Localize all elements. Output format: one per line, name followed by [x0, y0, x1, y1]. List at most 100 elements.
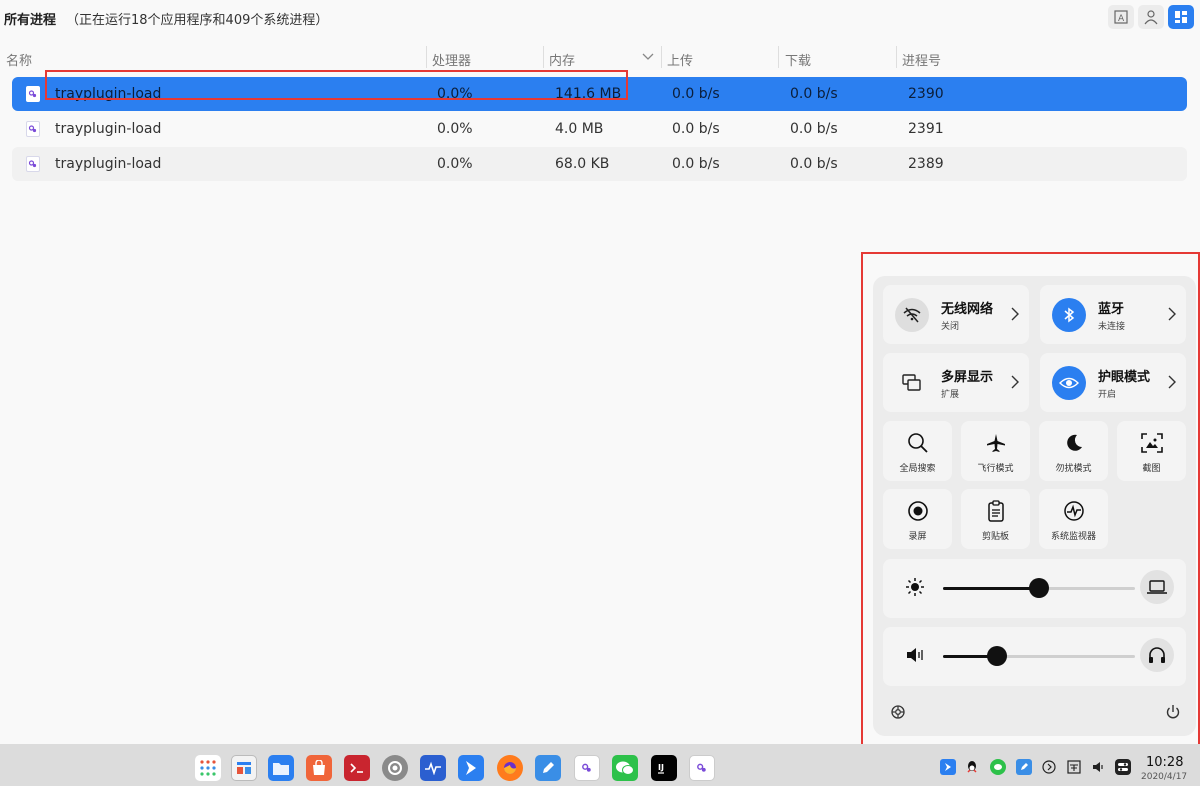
table-row[interactable]: trayplugin-load 0.0% 68.0 KB 0.0 b/s 0.0… [12, 147, 1187, 181]
wifi-tile[interactable]: 无线网络 关闭 [883, 285, 1029, 344]
column-divider[interactable] [778, 46, 779, 68]
process-pid: 2389 [908, 156, 944, 172]
column-pid[interactable]: 进程号 [902, 50, 941, 69]
process-name: trayplugin-load [55, 86, 162, 102]
view-switcher: A [1108, 5, 1194, 29]
settings-gear-icon[interactable] [890, 704, 906, 720]
table-header: 名称 处理器 内存 上传 下载 进程号 [0, 44, 1200, 70]
process-pid: 2390 [908, 86, 944, 102]
audio-output-button[interactable] [1140, 638, 1174, 672]
clipboard-label: 剪贴板 [981, 532, 1009, 542]
wifi-status: 关闭 [941, 322, 960, 332]
text-view-icon: A [1114, 10, 1128, 24]
browser-app-icon[interactable] [458, 755, 484, 781]
volume-tray-icon[interactable] [1091, 759, 1107, 775]
clipboard-button[interactable]: 剪贴板 [961, 489, 1030, 549]
control-center-toggle-icon[interactable] [1115, 759, 1131, 775]
multiscreen-status: 扩展 [941, 390, 960, 400]
qq-tray-icon[interactable] [964, 759, 980, 775]
process-upload: 0.0 b/s [672, 86, 720, 102]
system-settings-icon[interactable] [382, 755, 408, 781]
taskbar: IJ [0, 744, 1200, 786]
svg-text:A: A [1118, 14, 1125, 24]
table-row[interactable]: trayplugin-load 0.0% 141.6 MB 0.0 b/s 0.… [12, 77, 1187, 111]
arrow-circle-tray-icon[interactable] [1041, 759, 1057, 775]
do-not-disturb-label: 勿扰模式 [1055, 464, 1092, 474]
eyecare-status: 开启 [1098, 390, 1117, 400]
screen-record-label: 录屏 [908, 532, 927, 542]
airplane-mode-button[interactable]: 飞行模式 [961, 421, 1030, 481]
bluetooth-tile[interactable]: 蓝牙 未连接 [1040, 285, 1186, 344]
app-store-icon[interactable] [306, 755, 332, 781]
chevron-right-icon[interactable] [1168, 375, 1176, 389]
screen-record-button[interactable]: 录屏 [883, 489, 952, 549]
brightness-slider[interactable] [943, 578, 1135, 598]
system-monitor-label: 系统监视器 [1050, 532, 1096, 542]
multitask-view-icon[interactable] [231, 755, 257, 781]
launcher-button[interactable] [195, 755, 221, 781]
process-download: 0.0 b/s [790, 156, 838, 172]
editor-tray-icon[interactable] [1016, 759, 1032, 775]
process-memory: 4.0 MB [555, 121, 604, 137]
clock-date[interactable]: 2020/4/17 [1141, 772, 1187, 782]
column-divider[interactable] [426, 46, 427, 68]
column-name[interactable]: 名称 [6, 50, 32, 69]
process-cpu: 0.0% [437, 86, 473, 102]
column-divider[interactable] [543, 46, 544, 68]
trayplugin-icon[interactable] [689, 755, 715, 781]
process-tree-button[interactable] [1168, 5, 1194, 29]
process-icon [26, 121, 40, 137]
column-divider[interactable] [896, 46, 897, 68]
multiscreen-title: 多屏显示 [941, 370, 994, 385]
process-upload: 0.0 b/s [672, 156, 720, 172]
volume-icon [907, 648, 923, 662]
volume-slider-handle[interactable] [986, 646, 1007, 666]
multiscreen-tile[interactable]: 多屏显示 扩展 [883, 353, 1029, 412]
chevron-right-icon[interactable] [1168, 307, 1176, 321]
process-tree-icon [1175, 11, 1187, 23]
column-download[interactable]: 下载 [785, 50, 811, 69]
column-cpu[interactable]: 处理器 [432, 50, 471, 69]
column-upload[interactable]: 上传 [667, 50, 693, 69]
clipboard-icon [987, 500, 1004, 522]
power-icon[interactable] [1165, 704, 1181, 720]
volume-tile [883, 627, 1186, 686]
screenshot-button[interactable]: 截图 [1117, 421, 1186, 481]
process-name: trayplugin-load [55, 121, 162, 137]
wechat-icon[interactable] [612, 755, 638, 781]
multiscreen-icon [895, 366, 929, 400]
file-manager-icon[interactable] [268, 755, 294, 781]
process-pid: 2391 [908, 121, 944, 137]
process-summary: （正在运行18个应用程序和409个系统进程） [66, 13, 329, 28]
column-divider[interactable] [661, 46, 662, 68]
volume-slider[interactable] [943, 646, 1135, 666]
input-method-tray-icon[interactable] [1066, 759, 1082, 775]
system-monitor-app-icon[interactable] [420, 755, 446, 781]
wechat-tray-icon[interactable] [990, 759, 1006, 775]
eye-icon [1052, 366, 1086, 400]
brightness-tile [883, 559, 1186, 618]
user-view-button[interactable] [1138, 5, 1164, 29]
firefox-icon[interactable] [497, 755, 523, 781]
text-editor-icon[interactable] [535, 755, 561, 781]
column-memory[interactable]: 内存 [549, 50, 575, 69]
display-settings-button[interactable] [1140, 570, 1174, 604]
trayplugin-icon[interactable] [574, 755, 600, 781]
table-row[interactable]: trayplugin-load 0.0% 4.0 MB 0.0 b/s 0.0 … [12, 112, 1187, 146]
global-search-button[interactable]: 全局搜索 [883, 421, 952, 481]
chevron-right-icon[interactable] [1011, 375, 1019, 389]
brightness-slider-fill [943, 587, 1039, 590]
clock-time[interactable]: 10:28 [1146, 755, 1183, 770]
system-monitor-button[interactable]: 系统监视器 [1039, 489, 1108, 549]
chevron-right-icon[interactable] [1011, 307, 1019, 321]
browser-tray-icon[interactable] [940, 759, 956, 775]
brightness-slider-handle[interactable] [1029, 578, 1049, 598]
wifi-title: 无线网络 [941, 302, 994, 317]
jetbrains-ide-icon[interactable]: IJ [651, 755, 677, 781]
eyecare-tile[interactable]: 护眼模式 开启 [1040, 353, 1186, 412]
wifi-off-icon [895, 298, 929, 332]
terminal-icon[interactable] [344, 755, 370, 781]
text-view-button[interactable]: A [1108, 5, 1134, 29]
do-not-disturb-button[interactable]: 勿扰模式 [1039, 421, 1108, 481]
bluetooth-status: 未连接 [1098, 322, 1126, 332]
